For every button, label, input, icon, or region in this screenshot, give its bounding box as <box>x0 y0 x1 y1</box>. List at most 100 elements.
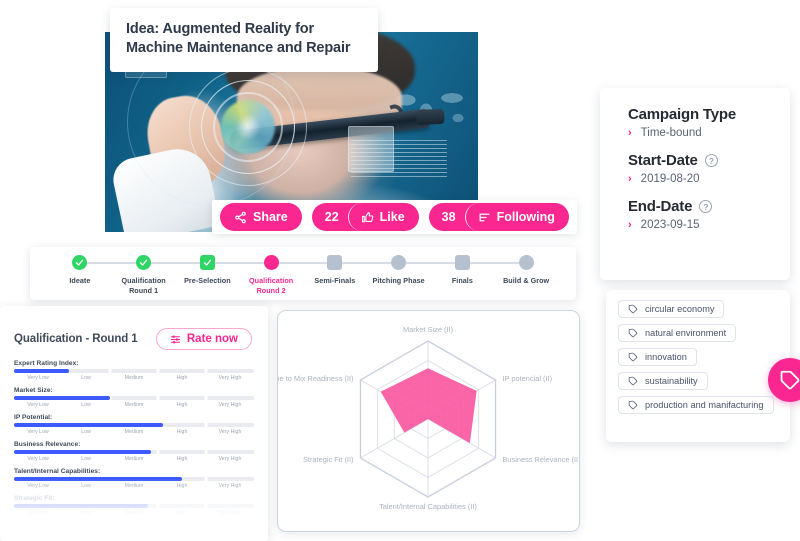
tag-label: circular economy <box>645 304 715 314</box>
chevron-right-icon: › <box>628 127 632 139</box>
rate-now-button[interactable]: Rate now <box>155 328 252 350</box>
scale-tick-label: Medium <box>124 375 144 381</box>
following-count: 38 <box>441 210 456 224</box>
share-button[interactable]: Share <box>220 203 302 231</box>
criterion-label: Strategic Fit: <box>14 495 55 502</box>
tag-icon <box>628 376 638 386</box>
stepper-label: Qualification Round 2 <box>249 276 294 295</box>
stepper-step-2[interactable]: Pre-Selection <box>176 255 272 286</box>
scale-tick-label: High <box>176 402 188 408</box>
radar-chart: Market Size (II) IP potencial (II) Busines… <box>278 325 579 511</box>
scale-tick-label: Very High <box>218 510 242 516</box>
rate-now-label: Rate now <box>186 333 238 345</box>
list-icon <box>478 211 491 224</box>
stepper-step-3[interactable]: Qualification Round 2 <box>239 255 335 295</box>
tag-icon <box>628 328 638 338</box>
tag-label: production and manifacturing <box>645 400 764 410</box>
stepper-label: Ideate <box>69 276 91 285</box>
rating-criterion-row: Strategic Fit: Very Low Low Medium High Very … <box>0 495 268 516</box>
start-date-help-icon[interactable]: ? <box>704 154 718 167</box>
qualification-rating-card: Qualification - Round 1 Rate now Expert … <box>0 306 268 541</box>
campaign-type-value-row[interactable]: › Time-bound <box>628 127 772 139</box>
following-label: Following <box>496 210 555 224</box>
radar-axis-label: IP potencial (II) <box>503 374 553 383</box>
like-label: Like <box>379 210 405 224</box>
scale-tick-label: Very High <box>218 402 242 408</box>
stepper-step-7[interactable]: Build & Grow <box>494 255 558 286</box>
criterion-bar-track[interactable] <box>14 423 254 427</box>
tag-chip[interactable]: natural environment <box>618 324 737 342</box>
page-root: Idea: Augmented Reality for Machine Main… <box>0 0 800 541</box>
rating-criterion-row: Market Size: Very Low Low Medium High Very Hi… <box>0 387 268 408</box>
campaign-type-value: Time-bound <box>640 127 702 139</box>
end-date-help-icon[interactable]: ? <box>699 200 713 213</box>
stepper-label: Finals <box>451 276 473 285</box>
scale-tick-label: Medium <box>124 402 144 408</box>
criterion-bar-track[interactable] <box>14 477 254 481</box>
stepper-marker-todo <box>391 255 407 270</box>
start-date-value: 2019-08-20 <box>640 173 700 185</box>
chevron-right-icon: › <box>628 219 632 231</box>
stepper-step-0[interactable]: Ideate <box>48 255 144 286</box>
criterion-scale: Very Low Low Medium High Very High <box>14 456 254 462</box>
scale-tick-label: High <box>176 510 188 516</box>
share-icon <box>234 211 247 224</box>
criterion-bar-fill <box>14 477 182 481</box>
campaign-phase-stepper: Ideate Qualification Round 1 Pre-Selection… <box>30 247 576 300</box>
end-date-value: 2023-09-15 <box>640 219 700 231</box>
scale-tick-label: Very Low <box>27 429 49 435</box>
criterion-bar-track[interactable] <box>14 450 254 454</box>
like-button[interactable]: 22 Like <box>311 203 419 231</box>
tag-chip[interactable]: production and manifacturing <box>618 396 774 414</box>
stepper-label: Pre-Selection <box>184 276 231 285</box>
tag-chip[interactable]: circular economy <box>618 300 725 318</box>
stepper-step-4[interactable]: Semi-Finals <box>303 255 399 286</box>
sliders-icon <box>170 334 181 345</box>
scale-tick-label: Low <box>81 483 91 489</box>
tags-card: circular economy natural environment innov… <box>606 290 790 442</box>
stepper-marker-todo <box>454 255 470 270</box>
rating-criterion-row: Business Relevance: Very Low Low Medium High… <box>0 441 268 462</box>
scale-tick-label: Low <box>81 510 91 516</box>
scale-tick-label: Medium <box>124 429 144 435</box>
stepper-step-5[interactable]: Pitching Phase <box>367 255 463 286</box>
following-button[interactable]: 38 Following <box>428 203 569 231</box>
criterion-bar-track[interactable] <box>14 396 254 400</box>
thumbs-up-icon <box>361 211 374 224</box>
criterion-bar-track[interactable] <box>14 369 254 373</box>
criterion-label: IP Potential: <box>14 414 53 421</box>
idea-action-bar: Share 22 Like 38 Following <box>212 200 577 234</box>
rating-criteria-list: Expert Rating Index: Very Low Low Medium Hig… <box>0 360 268 516</box>
tag-label: natural environment <box>645 328 727 338</box>
tag-chip[interactable]: innovation <box>618 348 697 366</box>
scale-tick-label: Low <box>81 375 91 381</box>
stepper-step-6[interactable]: Finals <box>431 255 527 286</box>
start-date-value-row[interactable]: › 2019-08-20 <box>628 173 772 185</box>
tag-chip[interactable]: sustainability <box>618 372 708 390</box>
stepper-marker-done <box>72 255 88 270</box>
scale-tick-label: Low <box>81 456 91 462</box>
page-title: Idea: Augmented Reality for Machine Main… <box>126 21 351 57</box>
criterion-label: Market Size: <box>14 387 53 394</box>
radar-axis-label: Market Size (II) <box>403 325 453 334</box>
tag-icon <box>628 400 638 410</box>
scale-tick-label: Very Low <box>27 402 49 408</box>
end-date-value-row[interactable]: › 2023-09-15 <box>628 219 772 231</box>
scale-tick-label: High <box>176 429 188 435</box>
criterion-bar-track[interactable] <box>14 504 254 508</box>
scale-tick-label: Low <box>81 402 91 408</box>
scale-tick-label: Very High <box>218 483 242 489</box>
criterion-bar-fill <box>14 423 163 427</box>
rating-criterion-row: Expert Rating Index: Very Low Low Medium Hig… <box>0 360 268 381</box>
rating-header: Qualification - Round 1 Rate now <box>0 306 268 360</box>
tag-list: circular economy natural environment innov… <box>618 300 780 420</box>
radar-axis-label: Strategic Fit (II) <box>303 455 354 464</box>
stepper-label: Build & Grow <box>503 276 550 285</box>
stepper-marker-done <box>199 255 215 270</box>
stepper-track: Ideate Qualification Round 1 Pre-Selection… <box>30 247 576 300</box>
tag-icon <box>779 369 800 391</box>
radar-axis-label: Business Relevance (II) <box>503 455 579 464</box>
stepper-step-1[interactable]: Qualification Round 1 <box>112 255 208 295</box>
rating-card-title: Qualification - Round 1 <box>14 333 138 345</box>
stepper-label: Semi-Finals <box>314 276 356 285</box>
